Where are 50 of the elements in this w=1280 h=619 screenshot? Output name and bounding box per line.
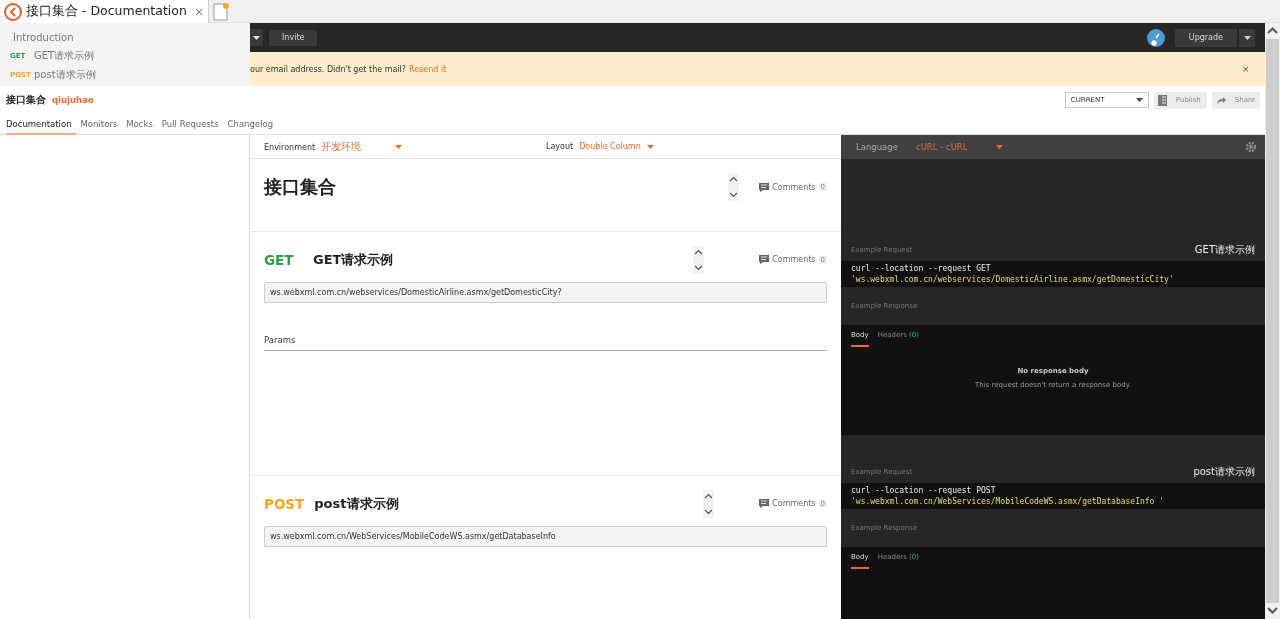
request-name: GET请求示例 <box>313 250 394 269</box>
tab[interactable]: Changelog <box>227 114 278 135</box>
avatar-icon[interactable] <box>1146 28 1165 47</box>
caret-icon <box>995 145 1003 149</box>
owner-name: qiujuhao <box>52 95 94 105</box>
method-label: POST <box>264 495 305 512</box>
invite-button[interactable]: Invite <box>269 29 318 46</box>
close-tab-button[interactable]: × <box>194 3 204 20</box>
app-logo-icon <box>4 2 22 21</box>
scrollbar-thumb[interactable] <box>1266 39 1279 603</box>
sidebar-heading[interactable]: Introduction <box>13 31 250 43</box>
caret-icon <box>253 35 260 40</box>
close-button[interactable]: × <box>1242 63 1249 75</box>
layout-label: Layout <box>546 142 574 151</box>
dropdown-button[interactable] <box>1239 28 1255 47</box>
language-label: Language <box>856 142 898 152</box>
tab-title: 接口集合 - Documentation <box>26 3 187 20</box>
url-field[interactable]: ws.webxml.com.cn/WebServices/MobileCodeWS.asmx/getDatabaseInfo <box>264 526 827 547</box>
item-label: post请求示例 <box>34 68 96 82</box>
dropdown-button[interactable] <box>250 29 263 46</box>
example-name: post请求示例 <box>1193 465 1255 479</box>
caret-icon <box>646 144 654 149</box>
layout-select[interactable]: Double Column <box>579 142 654 151</box>
upgrade-button[interactable]: Upgrade <box>1174 28 1237 47</box>
caret-icon <box>1135 98 1143 102</box>
tab[interactable]: Monitors <box>80 114 122 135</box>
caret-icon <box>395 144 402 149</box>
tab[interactable]: Mocks <box>126 114 157 135</box>
caret-icon <box>1243 35 1251 40</box>
language-select[interactable]: cURL - cURL <box>897 142 1003 152</box>
params-heading: Params <box>264 335 827 351</box>
environment-label: Environment <box>264 142 316 152</box>
environment-value: 开发环境 <box>321 140 362 152</box>
settings-icon[interactable] <box>1246 142 1256 152</box>
browser-tab[interactable]: 接口集合 - Documentation × <box>0 0 209 23</box>
request-name: post请求示例 <box>314 494 399 513</box>
comment-icon <box>759 255 770 264</box>
book-icon <box>1157 94 1167 106</box>
item-label: GET请求示例 <box>34 49 95 63</box>
environment-select[interactable]: Environment 开发环境 <box>264 139 402 154</box>
tab[interactable]: Pull Requests <box>161 114 223 135</box>
example-name: GET请求示例 <box>1194 243 1255 257</box>
url-field[interactable]: ws.webxml.com.cn/webservices/DomesticAirline.asmx/getDomesticCity? <box>264 282 827 303</box>
method-label: GET <box>264 251 295 268</box>
collection-name: 接口集合 <box>6 93 46 107</box>
share-arrow-icon <box>1215 95 1226 105</box>
collection-title: 接口集合 <box>264 175 336 199</box>
comment-icon <box>759 499 770 508</box>
banner-text: our email address. Didn't get the mail? <box>250 64 407 74</box>
comment-icon <box>759 182 770 192</box>
